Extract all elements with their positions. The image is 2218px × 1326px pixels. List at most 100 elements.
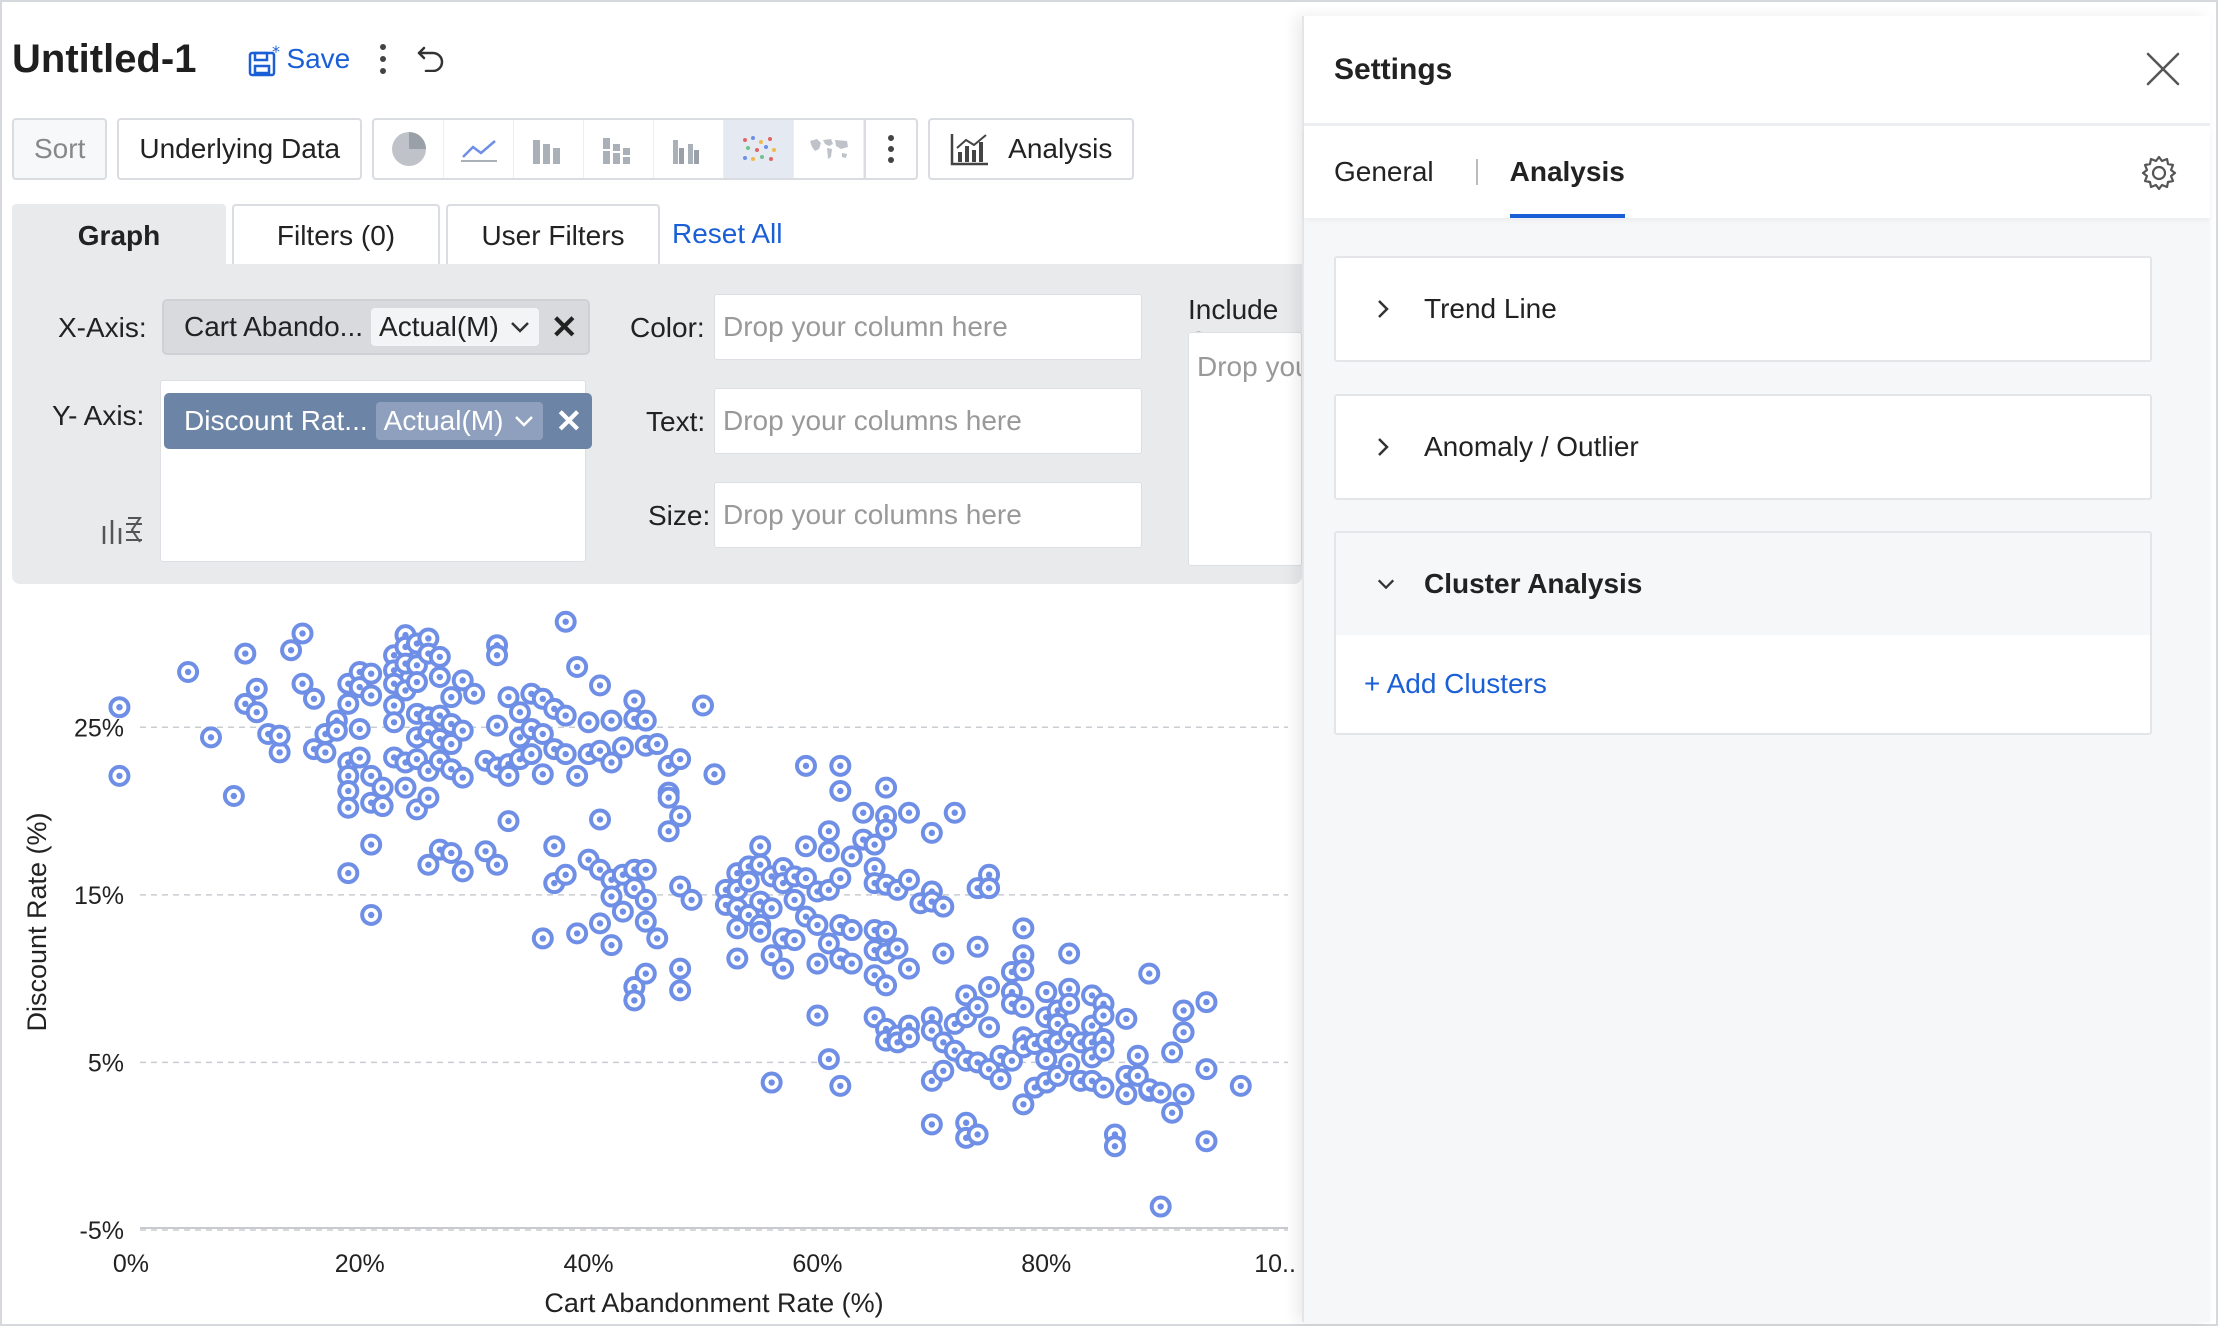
data-point[interactable] — [966, 996, 989, 1019]
data-point[interactable] — [1058, 992, 1081, 1015]
anomaly-outlier-section[interactable]: Anomaly / Outlier — [1334, 394, 2152, 500]
data-point[interactable] — [749, 835, 772, 858]
data-point[interactable] — [486, 714, 509, 737]
data-point[interactable] — [920, 1113, 943, 1136]
data-point[interactable] — [1126, 1044, 1149, 1067]
tab-graph[interactable]: Graph — [12, 204, 226, 266]
data-point[interactable] — [371, 795, 394, 818]
data-point[interactable] — [897, 868, 920, 891]
map-chart-icon[interactable] — [794, 120, 865, 178]
line-chart-icon[interactable] — [444, 120, 515, 178]
tab-analysis[interactable]: Analysis — [1509, 126, 1625, 218]
trend-line-section[interactable]: Trend Line — [1334, 256, 2152, 362]
undo-icon[interactable] — [416, 42, 446, 77]
data-point[interactable] — [783, 888, 806, 911]
data-point[interactable] — [611, 736, 634, 759]
data-point[interactable] — [1172, 1021, 1195, 1044]
data-point[interactable] — [348, 717, 371, 740]
data-point[interactable] — [554, 743, 577, 766]
data-point[interactable] — [852, 801, 875, 824]
data-point[interactable] — [760, 897, 783, 920]
include-drop-zone[interactable]: Drop you — [1188, 332, 1302, 566]
data-point[interactable] — [817, 840, 840, 863]
data-point[interactable] — [634, 962, 657, 985]
data-point[interactable] — [1149, 1081, 1172, 1104]
data-point[interactable] — [623, 689, 646, 712]
data-point[interactable] — [428, 645, 451, 668]
data-point[interactable] — [451, 766, 474, 789]
data-point[interactable] — [897, 1026, 920, 1049]
analysis-button[interactable]: Analysis — [928, 118, 1135, 180]
data-point[interactable] — [817, 820, 840, 843]
data-point[interactable] — [1035, 981, 1058, 1004]
data-point[interactable] — [589, 674, 612, 697]
data-point[interactable] — [360, 903, 383, 926]
data-point[interactable] — [600, 709, 623, 732]
data-point[interactable] — [554, 704, 577, 727]
data-point[interactable] — [1012, 1093, 1035, 1116]
gear-icon[interactable] — [2140, 154, 2178, 197]
data-point[interactable] — [692, 694, 714, 717]
tab-user-filters[interactable]: User Filters — [446, 204, 660, 266]
data-point[interactable] — [749, 920, 772, 943]
data-point[interactable] — [360, 833, 383, 856]
data-point[interactable] — [394, 776, 417, 799]
data-point[interactable] — [531, 927, 554, 950]
data-point[interactable] — [1058, 1053, 1081, 1076]
data-point[interactable] — [646, 733, 669, 756]
data-point[interactable] — [829, 1074, 852, 1097]
data-point[interactable] — [531, 763, 554, 786]
data-point[interactable] — [611, 900, 634, 923]
data-point[interactable] — [497, 764, 520, 787]
data-point[interactable] — [829, 779, 852, 802]
data-point[interactable] — [634, 858, 657, 881]
data-point[interactable] — [245, 677, 268, 700]
data-point[interactable] — [669, 979, 692, 1002]
data-point[interactable] — [291, 622, 314, 645]
data-point[interactable] — [966, 1123, 989, 1146]
x-axis-remove-icon[interactable]: ✕ — [551, 308, 578, 346]
data-point[interactable] — [1195, 1058, 1218, 1081]
data-point[interactable] — [623, 989, 646, 1012]
data-point[interactable] — [1092, 1039, 1115, 1062]
tab-filters[interactable]: Filters (0) — [232, 204, 440, 266]
data-point[interactable] — [817, 1048, 840, 1071]
grouped-bar-icon[interactable] — [654, 120, 725, 178]
add-clusters-link[interactable]: + Add Clusters — [1364, 668, 1547, 700]
data-point[interactable] — [1172, 999, 1195, 1022]
data-point[interactable] — [932, 942, 955, 965]
data-point[interactable] — [646, 927, 669, 950]
data-point[interactable] — [634, 709, 657, 732]
data-point[interactable] — [440, 841, 463, 864]
data-point[interactable] — [1172, 1083, 1195, 1106]
data-point[interactable] — [463, 682, 486, 705]
data-point[interactable] — [669, 805, 692, 828]
data-point[interactable] — [486, 853, 509, 876]
data-point[interactable] — [1161, 1101, 1184, 1124]
data-point[interactable] — [245, 701, 268, 724]
data-point[interactable] — [932, 1059, 955, 1082]
data-point[interactable] — [1012, 917, 1035, 940]
data-point[interactable] — [234, 642, 257, 665]
data-point[interactable] — [108, 764, 131, 787]
data-point[interactable] — [669, 748, 692, 771]
data-point[interactable] — [978, 976, 1001, 999]
data-point[interactable] — [1115, 1007, 1138, 1030]
data-point[interactable] — [1092, 1004, 1115, 1027]
data-point[interactable] — [1195, 991, 1218, 1014]
data-point[interactable] — [897, 801, 920, 824]
data-point[interactable] — [543, 835, 566, 858]
more-chart-types-icon[interactable] — [864, 120, 916, 178]
data-point[interactable] — [978, 1016, 1001, 1039]
data-point[interactable] — [268, 724, 291, 747]
data-point[interactable] — [428, 666, 451, 689]
data-point[interactable] — [1195, 1130, 1218, 1153]
data-point[interactable] — [451, 719, 474, 742]
data-point[interactable] — [806, 1004, 829, 1027]
data-point[interactable] — [383, 711, 406, 734]
data-point[interactable] — [829, 754, 852, 777]
color-drop-zone[interactable]: Drop your column here — [714, 294, 1142, 360]
data-point[interactable] — [783, 929, 806, 952]
tab-general[interactable]: General — [1334, 126, 1434, 218]
data-point[interactable] — [1138, 962, 1161, 985]
